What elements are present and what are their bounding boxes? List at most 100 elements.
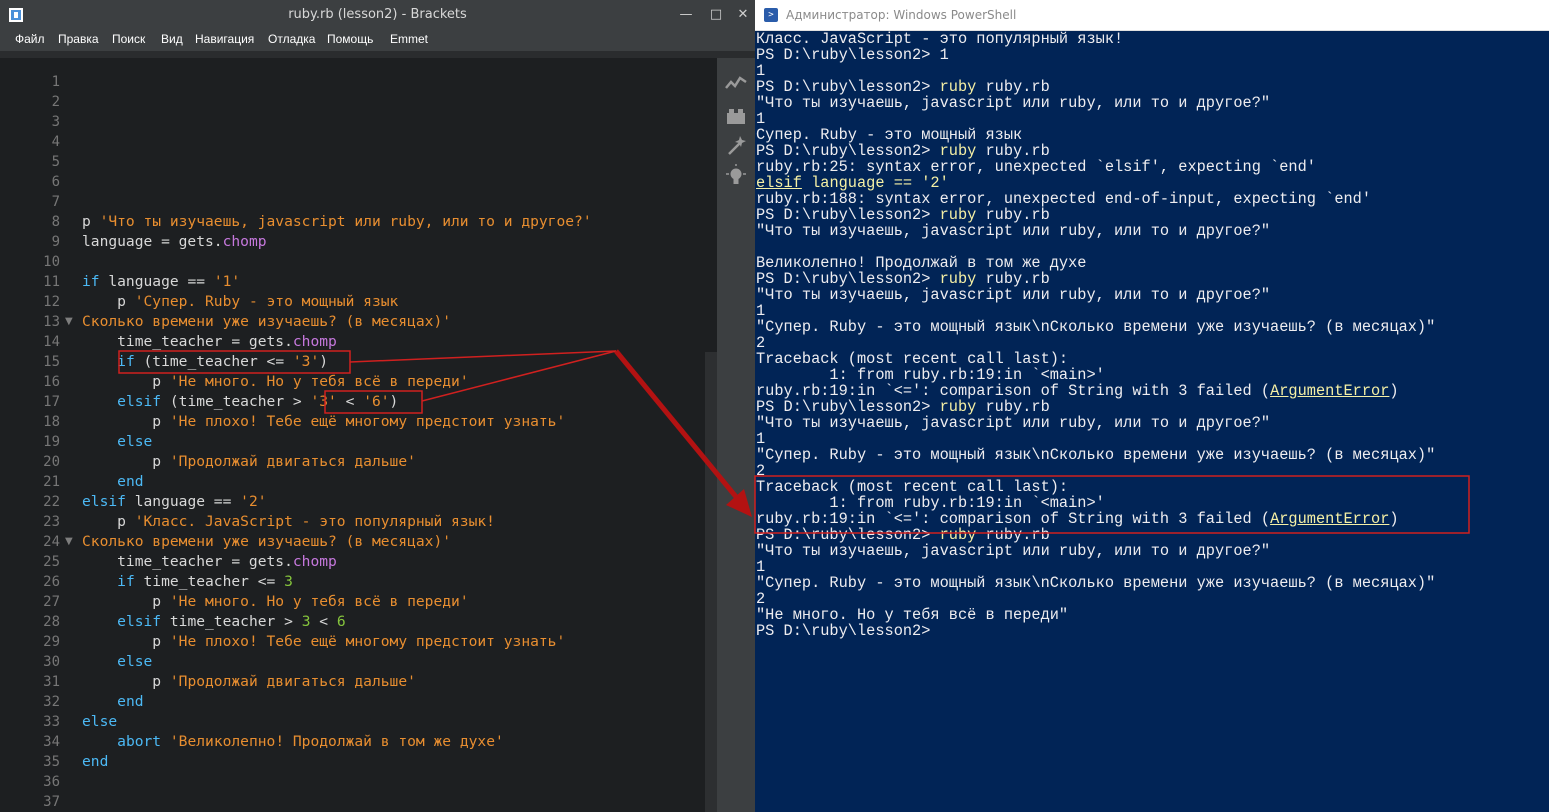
code-line[interactable]: Сколько времени уже изучаешь? (в месяцах… <box>82 312 451 332</box>
line-number: 20 <box>43 454 60 470</box>
line-number: 5 <box>51 154 60 170</box>
line-number: 19 <box>43 434 60 450</box>
console-line: "Не много. Но у тебя всё в переди" <box>756 606 1069 624</box>
code-line[interactable]: if time_teacher <= 3 <box>82 572 293 592</box>
line-number: 4 <box>51 134 60 150</box>
menu-navigate[interactable]: Навигация <box>195 29 254 49</box>
line-number: 37 <box>43 794 60 810</box>
code-editor[interactable]: 1 2 3 4 5 6 7 8 9 10 11 12 13 ▼ 14 15 16 17 18 19 20 21 22 23 24… <box>8 58 705 812</box>
powershell-console[interactable]: Класс. JavaScript - это популярный язык!… <box>755 31 1549 812</box>
code-line[interactable]: p 'Супер. Ruby - это мощный язык <box>82 292 398 312</box>
line-number: 32 <box>43 694 60 710</box>
powershell-titlebar: > Администратор: Windows PowerShell <box>755 0 1549 31</box>
console-line: ruby.rb:19:in `<=': comparison of String… <box>756 510 1399 528</box>
live-preview-icon[interactable] <box>724 72 748 96</box>
brackets-titlebar: ruby.rb (lesson2) - Brackets — □ ✕ <box>0 0 755 29</box>
code-line[interactable]: end <box>82 692 143 712</box>
console-line: 1: from ruby.rb:19:in `<main>' <box>756 366 1105 384</box>
extension-manager-icon[interactable] <box>724 104 748 128</box>
code-line[interactable]: elsif (time_teacher > '3' < '6') <box>82 392 398 412</box>
line-number: 25 <box>43 554 60 570</box>
console-line: Супер. Ruby - это мощный язык <box>756 126 1023 144</box>
line-number: 15 <box>43 354 60 370</box>
console-line: Traceback (most recent call last): <box>756 350 1069 368</box>
console-line: 1 <box>756 558 766 576</box>
line-number: 24 <box>43 534 60 550</box>
console-line: Великолепно! Продолжай в том же духе <box>756 254 1087 272</box>
console-line: "Что ты изучаешь, javascript или ruby, и… <box>756 222 1271 240</box>
console-line: 2 <box>756 462 766 480</box>
menu-file[interactable]: Файл <box>15 29 45 49</box>
brackets-right-toolbar <box>717 58 755 812</box>
console-line: ruby.rb:25: syntax error, unexpected `el… <box>756 158 1316 176</box>
code-line[interactable]: p 'Продолжай двигаться дальше' <box>82 672 416 692</box>
line-number: 9 <box>51 234 60 250</box>
console-line: ruby.rb:19:in `<=': comparison of String… <box>756 382 1399 400</box>
console-line: 1 <box>756 430 766 448</box>
code-line[interactable]: time_teacher = gets.chomp <box>82 552 337 572</box>
menu-help[interactable]: Помощь <box>327 29 373 49</box>
console-line: PS D:\ruby\lesson2> ruby ruby.rb <box>756 142 1050 160</box>
code-line[interactable]: p 'Не плохо! Тебе ещё многому предстоит … <box>82 632 565 652</box>
console-line: ruby.rb:188: syntax error, unexpected en… <box>756 190 1372 208</box>
code-line[interactable]: p 'Класс. JavaScript - это популярный яз… <box>82 512 495 532</box>
code-line[interactable]: language = gets.chomp <box>82 232 267 252</box>
line-number: 29 <box>43 634 60 650</box>
fold-arrow-icon[interactable]: ▼ <box>65 312 73 332</box>
menu-find[interactable]: Поиск <box>112 29 145 49</box>
line-number: 16 <box>43 374 60 390</box>
editor-scrollbar-thumb[interactable] <box>705 352 717 812</box>
code-line[interactable]: else <box>82 432 152 452</box>
console-line: PS D:\ruby\lesson2> <box>756 622 931 640</box>
code-line[interactable]: end <box>82 752 108 772</box>
powershell-window: > Администратор: Windows PowerShell Клас… <box>755 0 1549 812</box>
console-line: PS D:\ruby\lesson2> ruby ruby.rb <box>756 78 1050 96</box>
lightbulb-icon[interactable] <box>724 164 748 188</box>
console-line: "Супер. Ruby - это мощный язык\nСколько … <box>756 574 1436 592</box>
code-line[interactable]: Сколько времени уже изучаешь? (в месяцах… <box>82 532 451 552</box>
code-line[interactable]: if (time_teacher <= '3') <box>82 352 328 372</box>
editor-top-divider <box>0 51 755 58</box>
fold-arrow-icon[interactable]: ▼ <box>65 532 73 552</box>
code-line[interactable]: p 'Продолжай двигаться дальше' <box>82 452 416 472</box>
console-line: 2 <box>756 334 766 352</box>
line-number: 28 <box>43 614 60 630</box>
beautify-icon[interactable] <box>724 134 748 158</box>
code-line[interactable]: elsif time_teacher > 3 < 6 <box>82 612 345 632</box>
line-number: 8 <box>51 214 60 230</box>
menu-view[interactable]: Вид <box>161 29 183 49</box>
code-line[interactable]: p 'Не много. Но у тебя всё в переди' <box>82 372 468 392</box>
menu-edit[interactable]: Правка <box>58 29 99 49</box>
code-line[interactable]: else <box>82 712 117 732</box>
console-line: Класс. JavaScript - это популярный язык! <box>756 30 1124 48</box>
code-line[interactable]: p 'Что ты изучаешь, javascript или ruby,… <box>82 212 592 232</box>
code-line[interactable]: time_teacher = gets.chomp <box>82 332 337 352</box>
line-number: 26 <box>43 574 60 590</box>
line-number: 6 <box>51 174 60 190</box>
console-line: "Что ты изучаешь, javascript или ruby, и… <box>756 542 1271 560</box>
console-line: "Что ты изучаешь, javascript или ruby, и… <box>756 286 1271 304</box>
code-line[interactable]: p 'Не много. Но у тебя всё в переди' <box>82 592 468 612</box>
code-line[interactable]: abort 'Великолепно! Продолжай в том же д… <box>82 732 504 752</box>
line-number: 35 <box>43 754 60 770</box>
line-number: 10 <box>43 254 60 270</box>
code-line[interactable]: p 'Не плохо! Тебе ещё многому предстоит … <box>82 412 565 432</box>
code-line[interactable]: else <box>82 652 152 672</box>
menu-debug[interactable]: Отладка <box>268 29 315 49</box>
console-line: "Что ты изучаешь, javascript или ruby, и… <box>756 414 1271 432</box>
console-line: "Супер. Ruby - это мощный язык\nСколько … <box>756 318 1436 336</box>
code-line[interactable]: elsif language == '2' <box>82 492 267 512</box>
menu-emmet[interactable]: Emmet <box>390 29 428 49</box>
code-line[interactable]: if language == '1' <box>82 272 240 292</box>
line-number: 22 <box>43 494 60 510</box>
console-line: PS D:\ruby\lesson2> 1 <box>756 46 949 64</box>
line-number: 11 <box>43 274 60 290</box>
line-number: 23 <box>43 514 60 530</box>
console-line: 1 <box>756 302 766 320</box>
minimize-icon[interactable]: — <box>670 0 702 29</box>
line-number: 7 <box>51 194 60 210</box>
line-number: 13 <box>43 314 60 330</box>
line-number: 18 <box>43 414 60 430</box>
code-line[interactable]: end <box>82 472 143 492</box>
console-line: 1 <box>756 110 766 128</box>
